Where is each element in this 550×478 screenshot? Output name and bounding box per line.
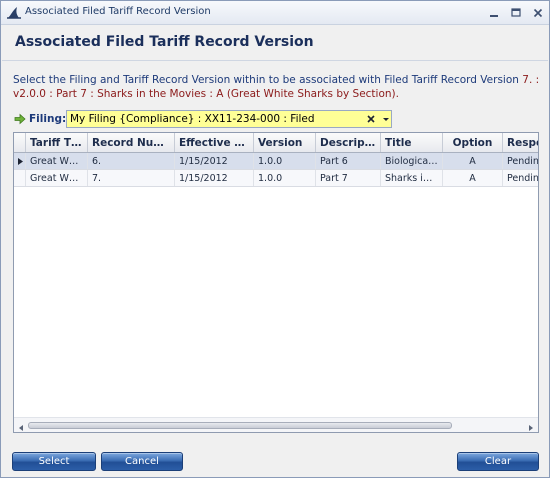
scroll-left-icon[interactable] [17, 422, 25, 431]
dropdown-icon[interactable] [380, 113, 392, 125]
scroll-right-icon[interactable] [527, 422, 535, 431]
cell-record-number[interactable]: 7. [88, 170, 175, 186]
column-header-description[interactable]: Description [316, 133, 381, 152]
cell-effective-date[interactable]: 1/15/2012 [175, 153, 254, 169]
instructions-prefix: Select the Filing and Tariff Record Vers… [13, 74, 519, 86]
column-header-record-number[interactable]: Record Number [88, 133, 175, 152]
cell-description[interactable]: Part 6 [316, 153, 381, 169]
instructions-text: Select the Filing and Tariff Record Vers… [13, 73, 541, 101]
shark-fin-icon [6, 5, 22, 21]
cancel-button[interactable]: Cancel [101, 452, 183, 471]
column-header-tariff-title[interactable]: Tariff Title [26, 133, 88, 152]
cell-version[interactable]: 1.0.0 [254, 153, 316, 169]
clear-button[interactable]: Clear [457, 452, 539, 471]
row-pointer-icon [18, 158, 23, 165]
column-header-response[interactable]: Respo [503, 133, 538, 152]
filing-combo[interactable]: My Filing {Compliance} : XX11-234-000 : … [66, 110, 392, 128]
column-header-title[interactable]: Title [381, 133, 443, 152]
cell-title[interactable]: Biological Characteristics [381, 153, 443, 169]
grid-header: Tariff Title Record Number Effective Dat… [14, 133, 538, 153]
tariff-record-grid[interactable]: Tariff Title Record Number Effective Dat… [13, 132, 539, 433]
filing-label: Filing: [29, 113, 67, 125]
row-indicator-cell [14, 153, 26, 169]
maximize-icon [511, 8, 521, 17]
close-icon [533, 8, 543, 18]
maximize-button[interactable] [509, 7, 523, 19]
cell-option[interactable]: A [443, 153, 503, 169]
cell-version[interactable]: 1.0.0 [254, 170, 316, 186]
cell-title[interactable]: Sharks in the Movies [381, 170, 443, 186]
grid-indicator-header [14, 133, 26, 152]
close-icon[interactable] [365, 113, 377, 125]
cell-effective-date[interactable]: 1/15/2012 [175, 170, 254, 186]
column-header-version[interactable]: Version [254, 133, 316, 152]
cell-tariff-title[interactable]: Great White Sharks [26, 153, 88, 169]
scrollbar-thumb[interactable] [28, 422, 452, 429]
dialog-window: Associated Filed Tariff Record Version A… [0, 0, 550, 478]
header-divider [2, 60, 548, 61]
column-header-option[interactable]: Option [443, 133, 503, 152]
cell-response[interactable]: Pending [503, 153, 538, 169]
window-title: Associated Filed Tariff Record Version [25, 6, 211, 17]
row-indicator-cell [14, 170, 26, 186]
instructions-suffix: . [395, 88, 399, 100]
cell-description[interactable]: Part 7 [316, 170, 381, 186]
select-button[interactable]: Select [12, 452, 96, 471]
dialog-heading: Associated Filed Tariff Record Version [15, 34, 314, 50]
minimize-icon [490, 15, 498, 17]
title-bar: Associated Filed Tariff Record Version [1, 1, 549, 25]
cell-tariff-title[interactable]: Great White Sharks [26, 170, 88, 186]
column-header-effective-date[interactable]: Effective Date [175, 133, 254, 152]
cell-record-number[interactable]: 6. [88, 153, 175, 169]
cell-option[interactable]: A [443, 170, 503, 186]
arrow-right-icon [14, 113, 26, 125]
table-row[interactable]: Great White Sharks 6. 1/15/2012 1.0.0 Pa… [14, 153, 538, 170]
filing-combo-value[interactable]: My Filing {Compliance} : XX11-234-000 : … [69, 113, 316, 125]
horizontal-scrollbar[interactable] [14, 417, 538, 432]
cell-response[interactable]: Pending [503, 170, 538, 186]
minimize-button[interactable] [487, 7, 501, 19]
close-window-button[interactable] [531, 7, 545, 19]
table-row[interactable]: Great White Sharks 7. 1/15/2012 1.0.0 Pa… [14, 170, 538, 187]
